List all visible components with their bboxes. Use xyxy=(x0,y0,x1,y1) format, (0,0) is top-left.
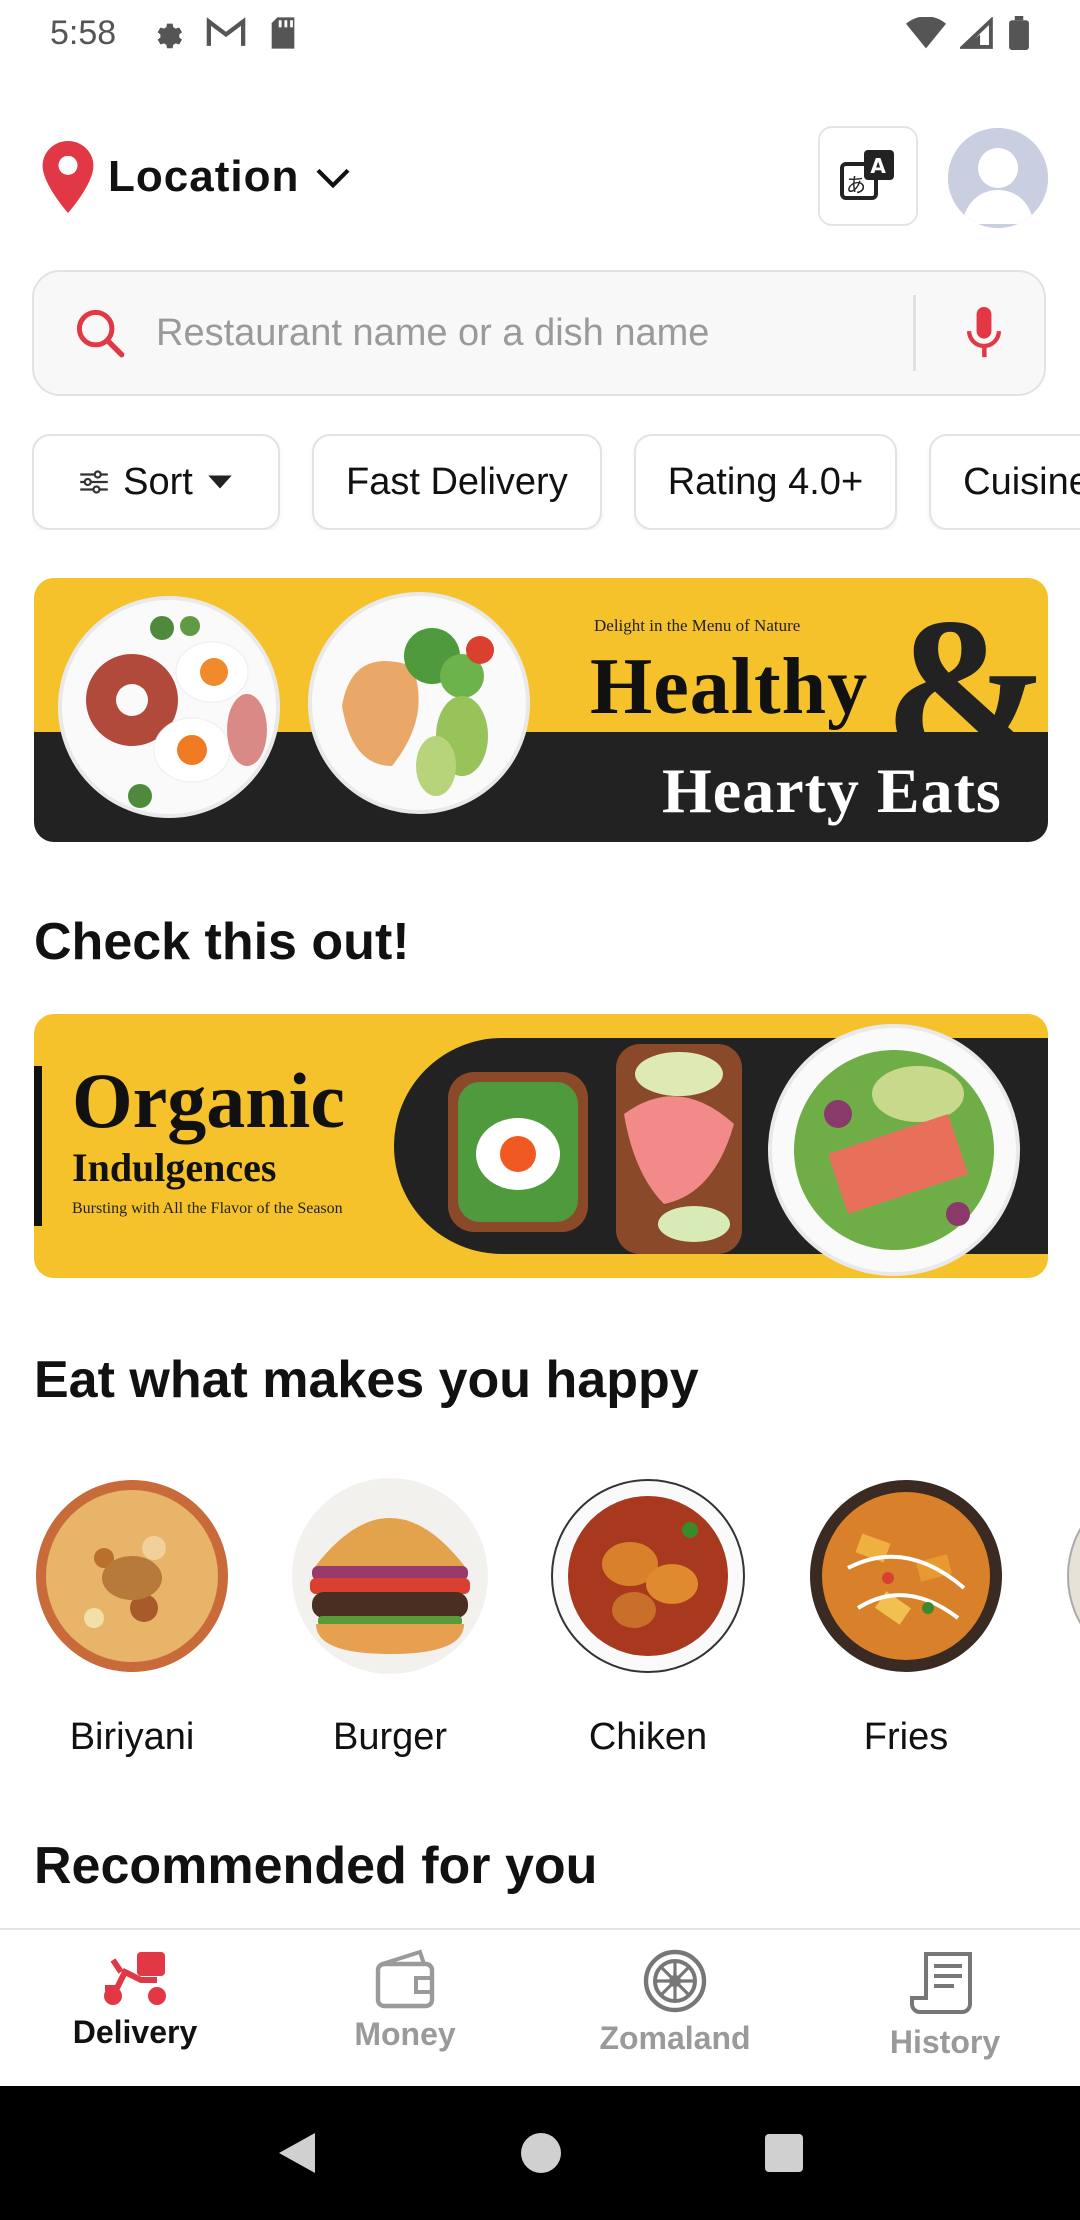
partial-category-image xyxy=(1067,1527,1080,1625)
svg-text:あ: あ xyxy=(846,173,866,197)
location-label: Location xyxy=(108,152,300,201)
nav-delivery[interactable]: Delivery xyxy=(0,1930,270,2086)
category-label: Fries xyxy=(863,1716,949,1758)
search-input[interactable] xyxy=(156,311,893,355)
salmon-salad-image xyxy=(768,1024,1020,1276)
food-categories: Biriyani Burger Chiken Fries xyxy=(0,1478,1080,1768)
nav-label: Money xyxy=(354,2016,456,2052)
banner1-subtitle: Hearty Eats xyxy=(662,755,1002,826)
cuisine-chip[interactable]: Cuisine xyxy=(929,434,1080,530)
wifi-icon xyxy=(906,17,946,49)
category-biriyani[interactable]: Biriyani xyxy=(32,1478,232,1759)
zomaland-wheel-icon xyxy=(643,1949,707,2013)
status-bar: 5:58 xyxy=(0,0,1080,66)
salad-plate-image xyxy=(308,592,530,814)
filter-chips: Sort Fast Delivery Rating 4.0+ Cuisine xyxy=(32,434,1080,530)
nav-history[interactable]: History xyxy=(810,1930,1080,2086)
nav-label: Delivery xyxy=(72,2014,198,2050)
status-time: 5:58 xyxy=(50,13,117,52)
rating-label: Rating 4.0+ xyxy=(667,460,864,503)
bottom-navigation: Delivery Money Zomaland History xyxy=(0,1928,1080,2086)
gear-icon xyxy=(157,23,183,49)
toast-ham-image xyxy=(616,1044,742,1254)
chevron-down-icon xyxy=(316,168,350,189)
header: Location A あ xyxy=(42,122,1048,232)
nav-zomaland[interactable]: Zomaland xyxy=(540,1930,810,2086)
fast-delivery-label: Fast Delivery xyxy=(346,460,568,503)
gmail-icon xyxy=(206,17,246,46)
banner2-subtitle: Indulgences xyxy=(72,1145,277,1190)
category-label: Chiken xyxy=(588,1716,708,1758)
banner1-tagline: Delight in the Menu of Nature xyxy=(594,616,801,635)
cuisine-label: Cuisine xyxy=(963,460,1080,503)
search-divider xyxy=(913,295,916,371)
nav-money[interactable]: Money xyxy=(270,1930,540,2086)
check-this-out-title: Check this out! xyxy=(34,913,410,971)
sliders-icon xyxy=(80,470,108,494)
system-navigation-bar xyxy=(0,2086,1080,2220)
history-scroll-icon xyxy=(910,1952,972,2014)
microphone-icon[interactable] xyxy=(964,307,1004,359)
home-icon[interactable] xyxy=(519,2131,563,2175)
avatar-icon xyxy=(948,128,1048,228)
wallet-icon xyxy=(375,1949,435,2009)
category-label: Biriyani xyxy=(69,1716,195,1758)
category-partial[interactable] xyxy=(1064,1478,1080,1674)
sort-label: Sort xyxy=(123,460,193,503)
banner2-tagline: Bursting with All the Flavor of the Seas… xyxy=(72,1200,343,1217)
search-icon xyxy=(76,309,125,358)
fast-delivery-chip[interactable]: Fast Delivery xyxy=(312,434,602,530)
recents-icon[interactable] xyxy=(763,2132,805,2174)
caret-down-icon xyxy=(208,475,232,489)
app-screen: 5:58 Location A あ Restaurant name or a d… xyxy=(0,0,1080,2220)
healthy-eats-banner[interactable]: Delight in the Menu of Nature Healthy & … xyxy=(34,578,1048,842)
translate-button[interactable]: A あ xyxy=(818,126,918,226)
back-icon[interactable] xyxy=(275,2129,319,2177)
biriyani-image xyxy=(36,1480,228,1672)
banner1-title: Healthy xyxy=(590,643,869,731)
nav-label: History xyxy=(889,2024,1001,2060)
toast-egg-image xyxy=(448,1072,588,1232)
search-bar xyxy=(32,270,1046,396)
location-selector[interactable]: Location xyxy=(42,141,353,213)
category-fries[interactable]: Fries xyxy=(806,1478,1006,1759)
location-pin-icon xyxy=(42,141,94,213)
translate-icon: A あ xyxy=(840,150,894,200)
category-label: Burger xyxy=(332,1716,448,1758)
fries-image xyxy=(810,1480,1002,1672)
eat-happy-title: Eat what makes you happy xyxy=(34,1351,699,1409)
banner2-title: Organic xyxy=(72,1057,345,1144)
rating-chip[interactable]: Rating 4.0+ xyxy=(633,434,898,530)
battery-icon xyxy=(1009,16,1029,50)
signal-icon xyxy=(960,17,993,49)
recommended-title: Recommended for you xyxy=(34,1837,598,1895)
burger-image xyxy=(292,1478,488,1674)
sd-card-icon xyxy=(271,17,295,49)
organic-indulgences-banner[interactable]: Organic Indulgences Bursting with All th… xyxy=(34,1014,1048,1278)
sort-chip[interactable]: Sort xyxy=(32,434,280,530)
category-burger[interactable]: Burger xyxy=(290,1478,490,1759)
scooter-icon xyxy=(104,1952,166,2005)
avatar[interactable] xyxy=(948,128,1048,228)
banner2-accent-bar xyxy=(34,1066,42,1226)
nav-label: Zomaland xyxy=(599,2020,751,2056)
breakfast-plate-image xyxy=(58,596,280,818)
category-chiken[interactable]: Chiken xyxy=(548,1478,748,1759)
chicken-curry-image xyxy=(551,1479,745,1673)
svg-text:A: A xyxy=(870,154,886,178)
